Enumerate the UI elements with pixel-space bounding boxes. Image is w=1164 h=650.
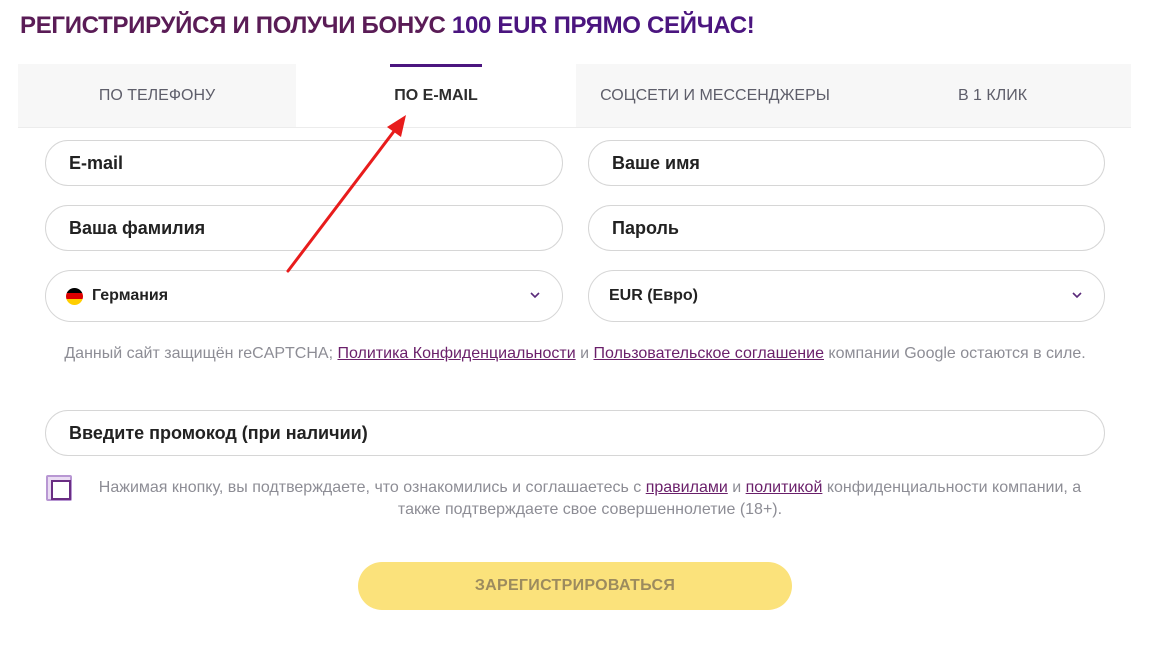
tab-one-click[interactable]: В 1 КЛИК — [854, 64, 1131, 127]
privacy-policy-link[interactable]: Политика Конфиденциальности — [337, 345, 575, 362]
chevron-down-icon — [1072, 292, 1082, 299]
registration-tabs: ПО ТЕЛЕФОНУ ПО E-MAIL СОЦСЕТИ И МЕССЕНДЖ… — [18, 64, 1131, 128]
rules-link[interactable]: правилами — [646, 479, 728, 496]
agreement-checkbox[interactable] — [46, 475, 72, 501]
register-button[interactable]: ЗАРЕГИСТРИРОВАТЬСЯ — [358, 562, 792, 610]
headline-accent: 100 EUR ПРЯМО СЕЙЧАС! — [451, 12, 755, 39]
chevron-down-icon — [530, 292, 540, 299]
tab-social[interactable]: СОЦСЕТИ И МЕССЕНДЖЕРЫ — [576, 64, 854, 127]
surname-input[interactable]: Ваша фамилия — [45, 205, 563, 251]
promo-code-placeholder: Введите промокод (при наличии) — [69, 422, 368, 443]
surname-placeholder: Ваша фамилия — [69, 217, 206, 238]
recaptcha-text-after: компании Google остаются в силе. — [828, 345, 1086, 362]
policy-link[interactable]: политикой — [746, 479, 823, 496]
tab-phone[interactable]: ПО ТЕЛЕФОНУ — [18, 64, 296, 127]
agreement-text-before: Нажимая кнопку, вы подтверждаете, что оз… — [98, 479, 642, 496]
page-headline: РЕГИСТРИРУЙСЯ И ПОЛУЧИ БОНУС 100 EUR ПРЯ… — [20, 12, 755, 40]
currency-select[interactable]: EUR (Евро) — [588, 270, 1105, 322]
recaptcha-and: и — [580, 345, 590, 362]
first-name-input[interactable]: Ваше имя — [588, 140, 1105, 186]
promo-code-input[interactable]: Введите промокод (при наличии) — [45, 410, 1105, 456]
agreement-text: Нажимая кнопку, вы подтверждаете, что оз… — [86, 477, 1094, 521]
country-value: Германия — [92, 287, 169, 304]
germany-flag-icon — [66, 287, 83, 305]
recaptcha-notice: Данный сайт защищён reCAPTCHA; Политика … — [40, 343, 1110, 365]
agreement-and: и — [732, 479, 742, 496]
email-input[interactable]: E-mail — [45, 140, 563, 186]
password-placeholder: Пароль — [612, 217, 679, 238]
password-input[interactable]: Пароль — [588, 205, 1105, 251]
headline-lead: РЕГИСТРИРУЙСЯ И ПОЛУЧИ БОНУС — [20, 12, 446, 39]
user-agreement-link[interactable]: Пользовательское соглашение — [594, 345, 824, 362]
tab-email[interactable]: ПО E-MAIL — [296, 64, 576, 127]
recaptcha-text-before: Данный сайт защищён reCAPTCHA; — [64, 345, 334, 362]
first-name-placeholder: Ваше имя — [612, 152, 700, 173]
currency-value: EUR (Евро) — [609, 287, 698, 304]
country-select[interactable]: Германия — [45, 270, 563, 322]
email-placeholder: E-mail — [69, 152, 124, 173]
